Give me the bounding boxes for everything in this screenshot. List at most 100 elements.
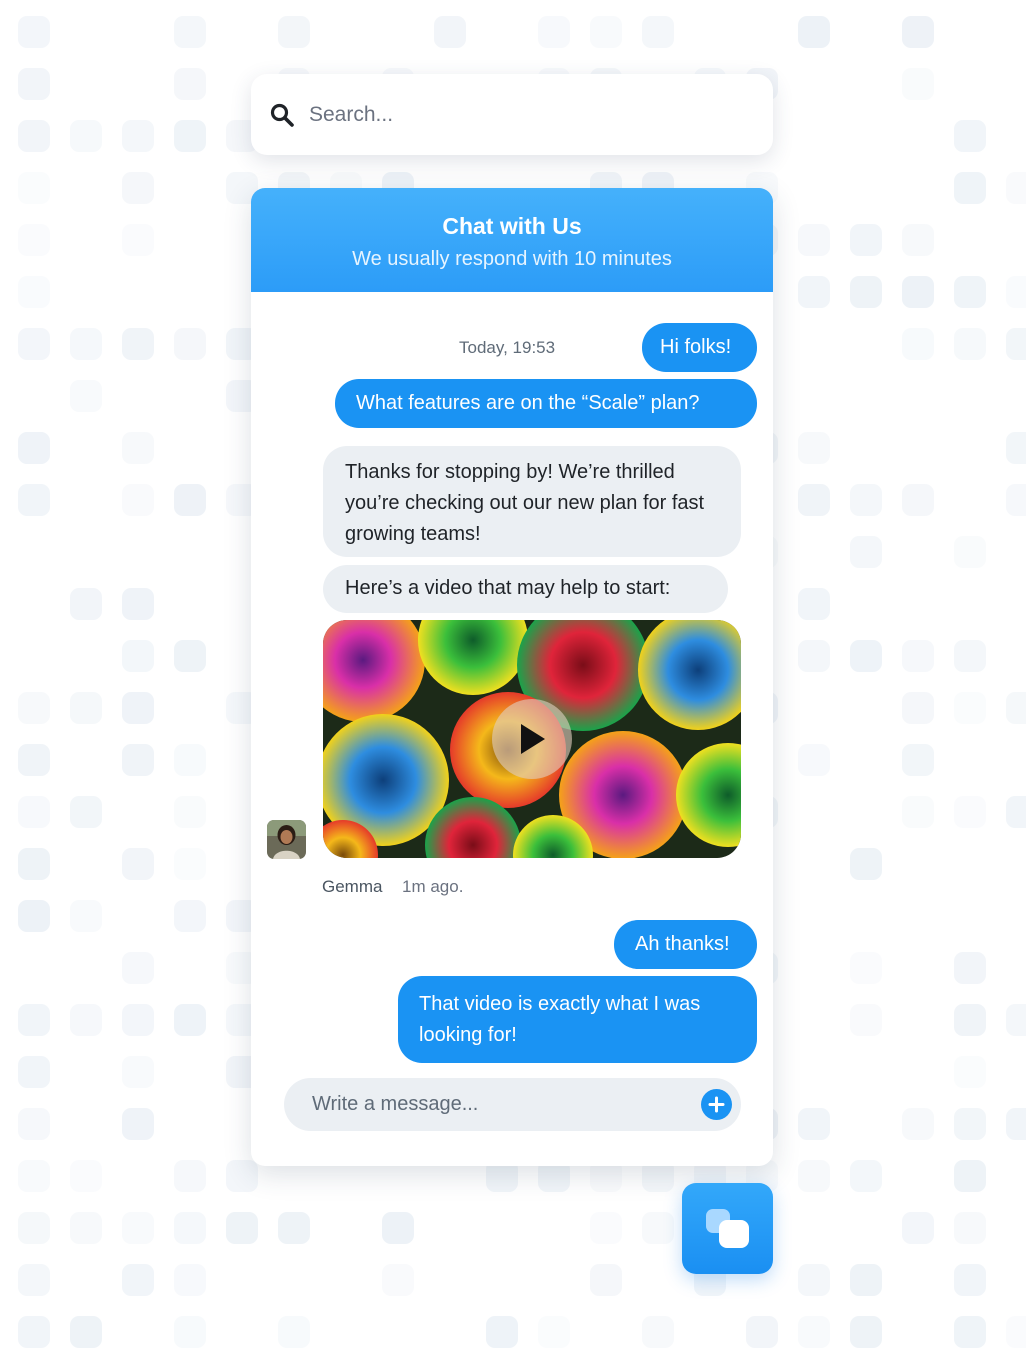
background-tile: [122, 120, 154, 152]
message-bubble-agent: Here’s a video that may help to start:: [323, 565, 728, 613]
background-tile: [174, 1264, 206, 1296]
background-tile: [798, 16, 830, 48]
background-tile: [70, 588, 102, 620]
background-tile: [954, 1264, 986, 1296]
background-tile: [174, 900, 206, 932]
background-tile: [902, 16, 934, 48]
background-tile: [954, 952, 986, 984]
chat-bubbles-icon: [706, 1209, 749, 1248]
background-tile: [954, 1160, 986, 1192]
background-tile: [174, 640, 206, 672]
background-tile: [538, 16, 570, 48]
background-tile: [174, 796, 206, 828]
background-tile: [902, 276, 934, 308]
play-icon: [521, 724, 545, 754]
message-input[interactable]: [310, 1092, 694, 1117]
background-tile: [954, 692, 986, 724]
background-tile: [798, 224, 830, 256]
background-tile: [850, 1004, 882, 1036]
background-tile: [18, 796, 50, 828]
background-tile: [902, 224, 934, 256]
background-tile: [122, 1212, 154, 1244]
add-attachment-button[interactable]: [701, 1089, 732, 1120]
background-tile: [954, 536, 986, 568]
background-tile: [1006, 276, 1026, 308]
background-tile: [18, 1264, 50, 1296]
background-tile: [1006, 1108, 1026, 1140]
play-button[interactable]: [492, 699, 572, 779]
background-tile: [642, 16, 674, 48]
background-tile: [122, 328, 154, 360]
conversation-timestamp: Today, 19:53: [459, 338, 556, 357]
background-tile: [122, 432, 154, 464]
background-tile: [902, 484, 934, 516]
background-tile: [18, 120, 50, 152]
background-tile: [954, 1212, 986, 1244]
background-tile: [850, 1264, 882, 1296]
background-tile: [850, 640, 882, 672]
background-tile: [798, 1160, 830, 1192]
background-tile: [746, 1316, 778, 1348]
background-tile: [122, 484, 154, 516]
background-tile: [954, 1056, 986, 1088]
search-icon: [270, 103, 294, 127]
background-tile: [798, 640, 830, 672]
background-tile: [486, 1316, 518, 1348]
message-bubble-user: Ah thanks!: [614, 920, 757, 969]
sender-name: Gemma: [322, 877, 383, 896]
message-bubble-agent: Thanks for stopping by! We’re thrilled y…: [323, 446, 741, 557]
background-tile: [70, 796, 102, 828]
background-tile: [18, 68, 50, 100]
background-tile: [226, 1160, 258, 1192]
background-tile: [902, 744, 934, 776]
background-tile: [538, 1316, 570, 1348]
background-tile: [954, 172, 986, 204]
background-tile: [954, 1004, 986, 1036]
background-tile: [70, 1212, 102, 1244]
background-tile: [798, 276, 830, 308]
background-tile: [902, 796, 934, 828]
search-input[interactable]: [307, 101, 741, 128]
background-tile: [902, 328, 934, 360]
background-tile: [18, 900, 50, 932]
background-tile: [278, 1212, 310, 1244]
background-tile: [642, 1212, 674, 1244]
background-tile: [122, 1004, 154, 1036]
background-tile: [902, 640, 934, 672]
background-tile: [174, 744, 206, 776]
background-tile: [1006, 432, 1026, 464]
background-tile: [70, 1004, 102, 1036]
video-thumbnail[interactable]: [323, 620, 741, 858]
chat-launcher-button[interactable]: [682, 1183, 773, 1274]
background-tile: [226, 1212, 258, 1244]
background-tile: [902, 1212, 934, 1244]
background-tile: [174, 1212, 206, 1244]
background-tile: [174, 848, 206, 880]
background-tile: [70, 328, 102, 360]
background-tile: [174, 1160, 206, 1192]
background-tile: [18, 1160, 50, 1192]
background-tile: [174, 120, 206, 152]
background-tile: [954, 276, 986, 308]
background-tile: [122, 692, 154, 724]
background-tile: [798, 484, 830, 516]
background-tile: [18, 1212, 50, 1244]
sender-time: 1m ago.: [402, 877, 464, 896]
chat-subtitle: We usually respond with 10 minutes: [352, 248, 672, 270]
background-tile: [382, 1212, 414, 1244]
background-tile: [798, 744, 830, 776]
message-composer: [284, 1078, 741, 1131]
background-tile: [122, 744, 154, 776]
background-tile: [850, 484, 882, 516]
background-tile: [798, 432, 830, 464]
background-tile: [18, 692, 50, 724]
background-tile: [122, 224, 154, 256]
chat-widget: Chat with Us We usually respond with 10 …: [251, 188, 773, 1166]
background-tile: [122, 1108, 154, 1140]
background-tile: [122, 848, 154, 880]
background-tile: [1006, 1004, 1026, 1036]
background-tile: [434, 16, 466, 48]
background-tile: [18, 432, 50, 464]
background-tile: [18, 276, 50, 308]
background-tile: [18, 1108, 50, 1140]
